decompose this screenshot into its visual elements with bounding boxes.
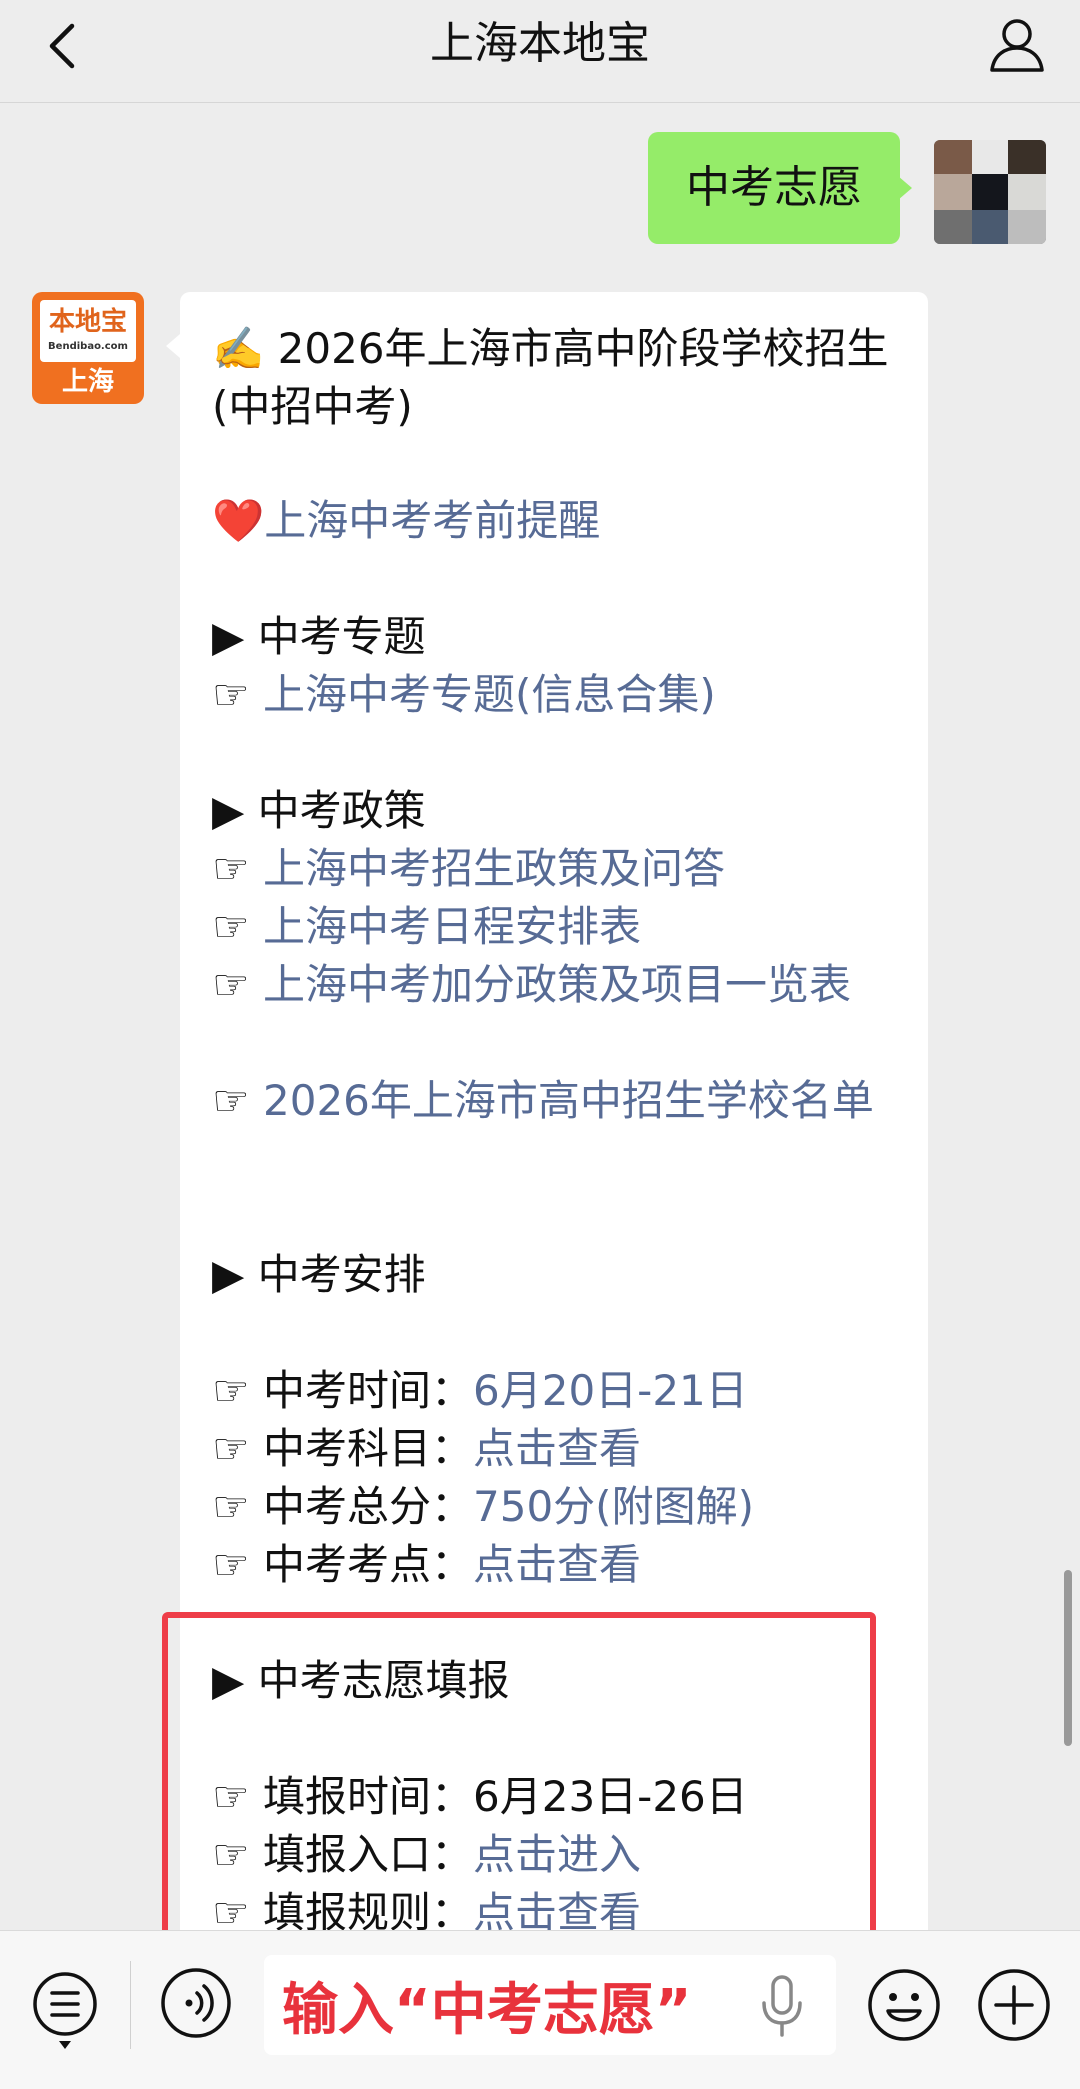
outgoing-bubble-tail [898,176,912,200]
pointing-hand-icon: ☞ [212,844,264,893]
bendibao-logo: 本地宝 Bendibao.com [40,300,136,362]
exam-score-link[interactable]: 750分(附图解) [473,1482,754,1531]
user-avatar[interactable] [934,140,1046,244]
logo-website: Bendibao.com [48,341,128,352]
more-button[interactable] [976,1967,1052,2043]
voice-icon [161,1968,231,2038]
incoming-bubble-tail [166,334,180,358]
exam-venue-label: ☞ 中考考点： [212,1540,474,1589]
exam-reminder-link[interactable]: 上海中考考前提醒 [264,496,600,545]
pointing-hand-icon: ☞ [212,960,264,1009]
application-entry-label: ☞ 填报入口： [212,1830,474,1879]
exam-reminder-row: ❤️上海中考考前提醒 [212,492,600,550]
logo-city: 上海 [61,367,114,397]
voice-button[interactable] [160,1967,232,2039]
section-policy-title: ▶ 中考政策 [212,786,426,835]
exam-time-label: ☞ 中考时间： [212,1366,474,1415]
policy-row-4: ☞ 2026年上海市高中招生学校名单 [212,1072,902,1130]
application-entry-link[interactable]: 点击进入 [473,1830,641,1879]
microphone-icon [762,1975,802,2037]
exam-topics-link[interactable]: 上海中考专题(信息合集) [263,670,716,719]
pointing-hand-icon: ☞ [212,902,264,951]
nav-header: 上海本地宝 [0,0,1080,103]
policy-row-1: ☞ 上海中考招生政策及问答 [212,840,725,898]
person-icon [990,19,1044,72]
emoji-button[interactable] [866,1967,942,2043]
profile-button[interactable] [984,12,1050,78]
pointing-hand-icon: ☞ [212,670,264,719]
school-list-link[interactable]: 2026年上海市高中招生学校名单 [263,1076,874,1125]
list-menu-icon [33,1972,97,2049]
section-topics-title: ▶ 中考专题 [212,612,426,661]
exam-subjects-label: ☞ 中考科目： [212,1424,474,1473]
toolbar-divider [130,1961,131,2049]
exam-time-link[interactable]: 6月20日-21日 [473,1366,748,1415]
exam-schedule-link[interactable]: 上海中考日程安排表 [263,902,641,951]
logo-title: 本地宝 [48,307,127,337]
outgoing-message-bubble[interactable]: 中考志愿 [648,132,900,244]
plus-circle-icon [978,1969,1050,2041]
input-toolbar [0,1930,1080,2089]
policy-row-3: ☞ 上海中考加分政策及项目一览表 [212,956,902,1014]
application-time-row: ☞ 填报时间：6月23日-26日 [212,1768,748,1826]
application-time-value: 6月23日-26日 [473,1772,748,1821]
admission-policy-link[interactable]: 上海中考招生政策及问答 [263,844,725,893]
application-entry-row: ☞ 填报入口：点击进入 [212,1826,641,1884]
exam-score-row: ☞ 中考总分：750分(附图解) [212,1478,754,1536]
bonus-points-link[interactable]: 上海中考加分政策及项目一览表 [263,960,851,1009]
scrollbar[interactable] [1064,1570,1072,1746]
message-headline: ✍️ 2026年上海市高中阶段学校招生(中招中考) [212,324,889,431]
topics-row: ☞ 上海中考专题(信息合集) [212,666,716,724]
application-time-label: ☞ 填报时间： [212,1772,474,1821]
exam-subjects-row: ☞ 中考科目：点击查看 [212,1420,641,1478]
message-input[interactable] [264,1955,836,2055]
smiley-icon [868,1969,940,2041]
section-application-title: ▶ 中考志愿填报 [212,1656,510,1705]
exam-score-label: ☞ 中考总分： [212,1482,474,1531]
microphone-button[interactable] [752,1971,812,2041]
exam-time-row: ☞ 中考时间：6月20日-21日 [212,1362,748,1420]
bot-avatar[interactable]: 本地宝 Bendibao.com 上海 [32,292,144,404]
section-arrangement-title: ▶ 中考安排 [212,1250,426,1299]
exam-venue-link[interactable]: 点击查看 [473,1540,641,1589]
exam-subjects-link[interactable]: 点击查看 [473,1424,641,1473]
user-avatar-image [934,140,1046,244]
menu-button[interactable] [30,1969,100,2053]
pointing-hand-icon: ☞ [212,1076,264,1125]
exam-venue-row: ☞ 中考考点：点击查看 [212,1536,641,1594]
heart-icon: ❤️ [212,496,265,545]
page-title: 上海本地宝 [430,18,650,69]
policy-row-2: ☞ 上海中考日程安排表 [212,898,641,956]
